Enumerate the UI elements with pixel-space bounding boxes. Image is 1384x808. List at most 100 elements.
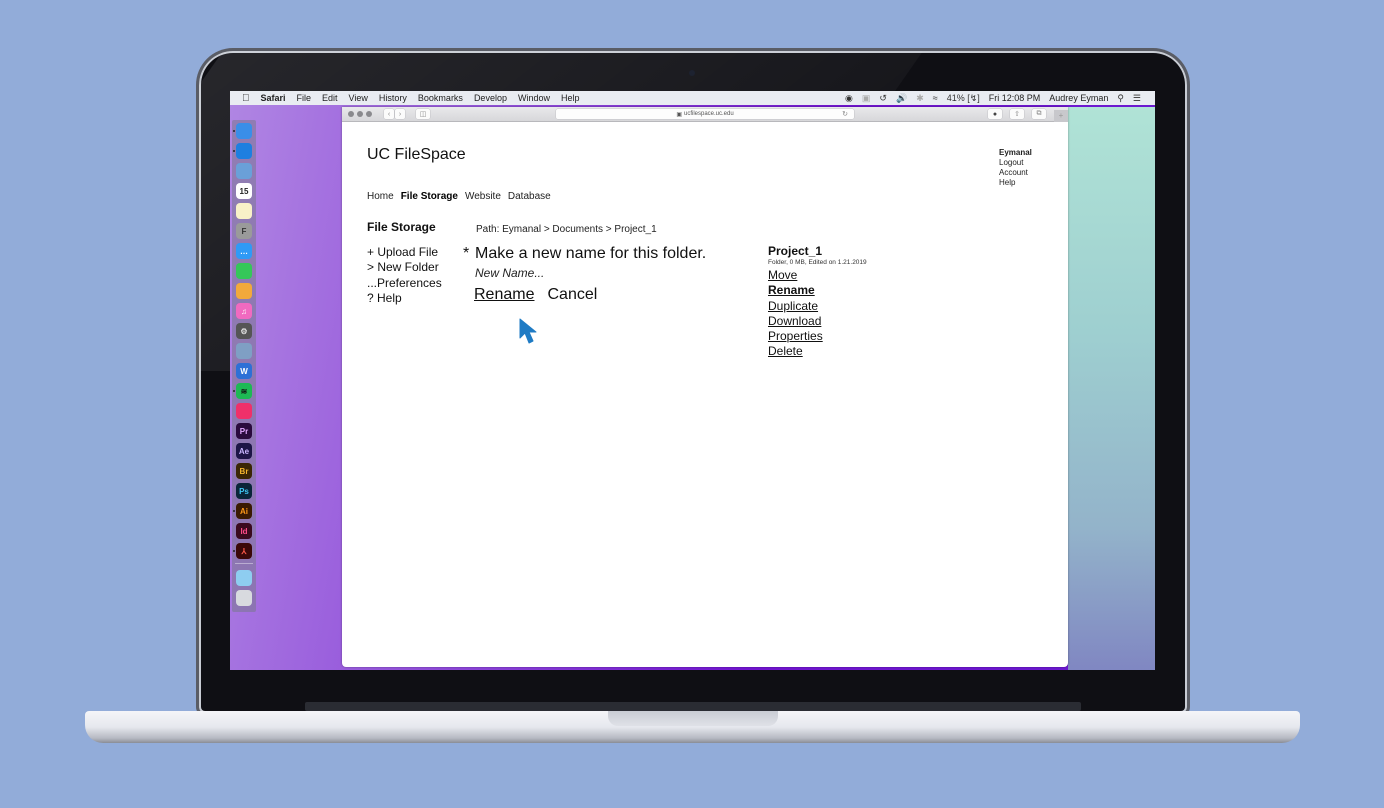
volume-icon[interactable]: 🔊 — [896, 93, 907, 104]
cancel-button[interactable]: Cancel — [547, 286, 597, 304]
upload-file-link[interactable]: + Upload File — [367, 245, 442, 260]
menu-help[interactable]: Help — [561, 93, 580, 103]
dock-illustrator-icon[interactable]: Ai — [236, 503, 252, 519]
forward-button[interactable]: › — [395, 109, 405, 119]
minimize-window-button[interactable] — [357, 111, 363, 117]
share-button[interactable]: ⇧ — [1010, 109, 1024, 119]
dock-photoshop-icon[interactable]: Ps — [236, 483, 252, 499]
time-machine-icon[interactable]: ↺ — [879, 93, 887, 104]
dock-notes-icon[interactable] — [236, 203, 252, 219]
dock-premiere-icon[interactable]: Pr — [236, 423, 252, 439]
new-name-input[interactable] — [475, 266, 675, 280]
breadcrumb: Path: Eymanal > Documents > Project_1 — [476, 224, 657, 235]
dock-fontbook-icon[interactable]: F — [236, 223, 252, 239]
downloads-button[interactable]: ● — [988, 109, 1002, 119]
menu-develop[interactable]: Develop — [474, 93, 507, 103]
battery-icon: [↯] — [967, 92, 980, 103]
move-link[interactable]: Move — [768, 268, 867, 283]
menu-view[interactable]: View — [349, 93, 368, 103]
address-bar[interactable]: ▣ ucfilespace.uc.edu ↻ — [556, 109, 854, 119]
apple-menu-icon[interactable]:  — [242, 93, 250, 104]
spotlight-search-icon[interactable]: ⚲ — [1117, 93, 1124, 104]
delete-link[interactable]: Delete — [768, 344, 867, 359]
username: Eymanal — [999, 148, 1032, 157]
dock-word-icon[interactable]: W — [236, 363, 252, 379]
logout-link[interactable]: Logout — [999, 158, 1032, 168]
help-link[interactable]: Help — [999, 178, 1032, 188]
dock-spotify-icon[interactable]: ≋ — [236, 383, 252, 399]
dock-acrobat-icon[interactable]: ⅄ — [236, 543, 252, 559]
nav-file-storage[interactable]: File Storage — [401, 191, 458, 202]
preferences-link[interactable]: ...Preferences — [367, 276, 442, 291]
properties-link[interactable]: Properties — [768, 329, 867, 344]
menu-window[interactable]: Window — [518, 93, 550, 103]
running-indicator — [233, 510, 235, 512]
dock-indesign-icon[interactable]: Id — [236, 523, 252, 539]
menu-extras: ◉ ▣ ↺ 🔊 ✱ ≈ 41% [↯] Fri 12:08 PM Audrey … — [845, 93, 1155, 104]
storage-actions: + Upload File > New Folder ...Preference… — [367, 245, 442, 306]
menu-clock[interactable]: Fri 12:08 PM — [989, 93, 1041, 103]
running-indicator — [233, 390, 235, 392]
new-folder-link[interactable]: > New Folder — [367, 260, 442, 275]
browser-toolbar: ‹ › ◫ ▣ ucfilespace.uc.edu ↻ ● ⇧ ⧉ + — [342, 107, 1068, 122]
dock-facetime-icon[interactable] — [236, 263, 252, 279]
notification-center-icon[interactable]: ☰ — [1133, 93, 1141, 104]
tabs-overview-button[interactable]: ⧉ — [1032, 109, 1046, 119]
close-window-button[interactable] — [348, 111, 354, 117]
reload-icon[interactable]: ↻ — [842, 110, 848, 118]
creative-cloud-icon[interactable]: ◉ — [845, 93, 853, 104]
folder-meta: Folder, 0 MB, Edited on 1.21.2019 — [768, 259, 867, 266]
nav-home[interactable]: Home — [367, 191, 394, 202]
sidebar-toggle-button[interactable]: ◫ — [416, 109, 430, 119]
duplicate-link[interactable]: Duplicate — [768, 299, 867, 314]
dock-bridge-icon[interactable]: Br — [236, 463, 252, 479]
dock-image-capture-icon[interactable] — [236, 343, 252, 359]
zoom-window-button[interactable] — [366, 111, 372, 117]
rename-prompt: * Make a new name for this folder. — [463, 244, 723, 264]
running-indicator — [233, 130, 235, 132]
lock-icon[interactable]: ▣ — [862, 93, 871, 104]
bluetooth-icon[interactable]: ✱ — [916, 93, 924, 104]
menu-app-name[interactable]: Safari — [261, 93, 286, 103]
dock-screens-icon[interactable] — [236, 403, 252, 419]
menu-user[interactable]: Audrey Eyman — [1049, 93, 1108, 103]
dock-trash-icon[interactable] — [236, 590, 252, 606]
camera-icon — [689, 70, 695, 76]
folder-name: Project_1 — [768, 244, 823, 258]
dock-safari-icon[interactable] — [236, 143, 252, 159]
safari-window: ‹ › ◫ ▣ ucfilespace.uc.edu ↻ ● ⇧ ⧉ + UC … — [342, 107, 1068, 667]
chevron-left-icon: ‹ — [387, 110, 391, 118]
dock-messages-icon[interactable]: … — [236, 243, 252, 259]
laptop-hinge — [305, 702, 1081, 711]
window-controls — [348, 111, 372, 117]
help-link[interactable]: ? Help — [367, 291, 442, 306]
rename-link[interactable]: Rename — [768, 283, 867, 298]
menu-bookmarks[interactable]: Bookmarks — [418, 93, 463, 103]
user-menu: Eymanal Logout Account Help — [999, 148, 1032, 188]
new-tab-button[interactable]: + — [1054, 110, 1068, 122]
back-button[interactable]: ‹ — [384, 109, 394, 119]
menu-edit[interactable]: Edit — [322, 93, 338, 103]
rename-button[interactable]: Rename — [474, 286, 534, 304]
menu-file[interactable]: File — [297, 93, 312, 103]
laptop-notch — [608, 711, 778, 726]
dock-after-effects-icon[interactable]: Ae — [236, 443, 252, 459]
dock-downloads-folder-icon[interactable] — [236, 570, 252, 586]
dock-finder-icon[interactable] — [236, 123, 252, 139]
tabs-icon: ⧉ — [1036, 110, 1042, 117]
dock-system-preferences-icon[interactable]: ⚙ — [236, 323, 252, 339]
dock-calendar-icon[interactable]: 15 — [236, 183, 252, 199]
nav-website[interactable]: Website — [465, 191, 501, 202]
site-title[interactable]: UC FileSpace — [367, 146, 466, 164]
dock-photos-icon[interactable] — [236, 283, 252, 299]
dock-itunes-icon[interactable]: ♫ — [236, 303, 252, 319]
nav-database[interactable]: Database — [508, 191, 551, 202]
menu-history[interactable]: History — [379, 93, 407, 103]
chevron-right-icon: › — [398, 110, 402, 118]
account-link[interactable]: Account — [999, 168, 1032, 178]
plus-icon: + — [1058, 111, 1064, 120]
battery-indicator[interactable]: 41% [↯] — [947, 93, 980, 104]
wifi-icon[interactable]: ≈ — [933, 93, 938, 103]
dock-preview-icon[interactable] — [236, 163, 252, 179]
download-link[interactable]: Download — [768, 314, 867, 329]
